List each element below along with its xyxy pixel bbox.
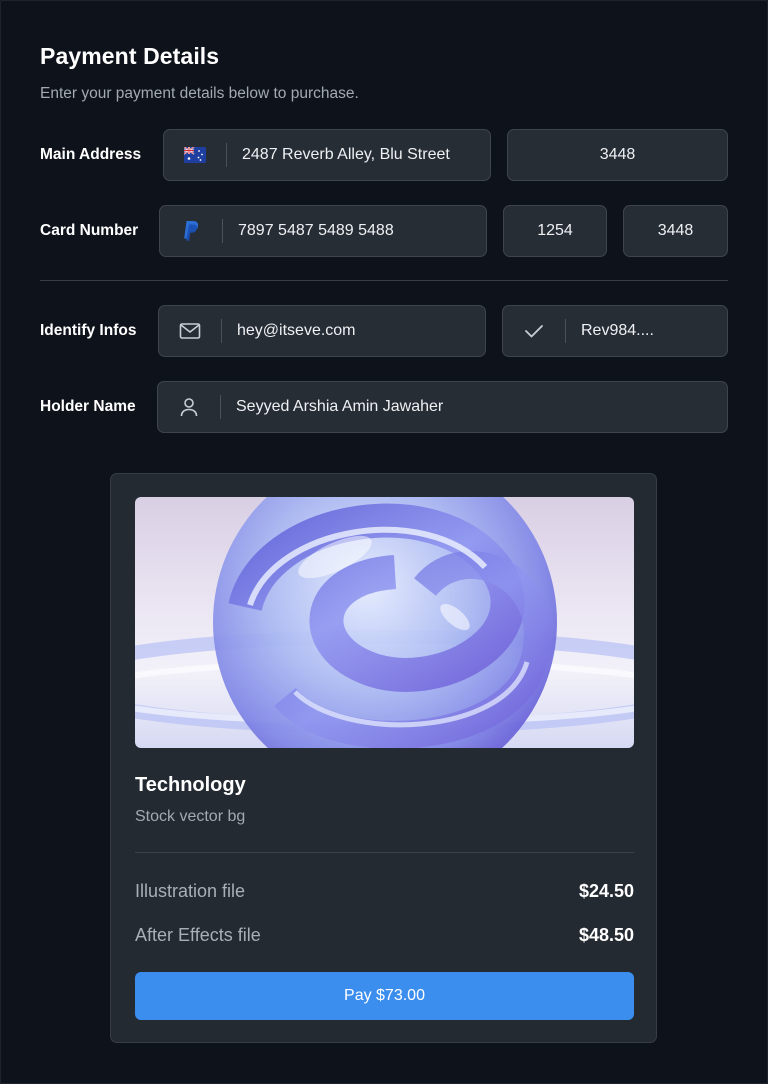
- form-divider: [40, 280, 728, 281]
- address-value: 2487 Reverb Alley, Blu Street: [242, 146, 450, 163]
- email-value: hey@itseve.com: [237, 322, 356, 339]
- page-subtitle: Enter your payment details below to purc…: [40, 85, 359, 102]
- line-item-price: $48.50: [578, 925, 634, 945]
- check-icon: [503, 306, 565, 356]
- card-field-2-value: 1254: [537, 222, 573, 239]
- email-field[interactable]: hey@itseve.com: [158, 305, 486, 357]
- product-subtitle: Stock vector bg: [135, 808, 246, 825]
- address-field[interactable]: 2487 Reverb Alley, Blu Street: [163, 129, 491, 181]
- australia-flag-icon: [164, 130, 226, 180]
- line-item-name: After Effects file: [135, 925, 261, 945]
- line-item-price: $24.50: [578, 881, 634, 901]
- page-title: Payment Details: [40, 43, 220, 69]
- reference-value: Rev984....: [581, 322, 654, 339]
- line-item: After Effects file $48.50: [135, 925, 634, 946]
- holder-name-field[interactable]: Seyyed Arshia Amin Jawaher: [157, 381, 728, 433]
- product-card: Technology Stock vector bg Illustration …: [110, 473, 657, 1043]
- product-title: Technology: [135, 774, 246, 796]
- card-field-3[interactable]: 3448: [623, 205, 728, 257]
- line-item: Illustration file $24.50: [135, 881, 634, 902]
- card-field-3-value: 3448: [657, 222, 694, 239]
- card-number-label: Card Number: [40, 222, 139, 239]
- pay-button[interactable]: Pay $73.00: [135, 972, 634, 1020]
- mail-icon: [159, 306, 221, 356]
- main-address-label: Main Address: [40, 146, 142, 163]
- card-divider: [135, 852, 634, 853]
- address-code-value: 3448: [599, 146, 636, 163]
- holder-name-value: Seyyed Arshia Amin Jawaher: [236, 398, 444, 415]
- address-code-field[interactable]: 3448: [507, 129, 728, 181]
- product-image: [135, 497, 634, 748]
- reference-field[interactable]: Rev984....: [502, 305, 728, 357]
- user-icon: [158, 382, 220, 432]
- card-field-2[interactable]: 1254: [503, 205, 607, 257]
- card-number-field[interactable]: 7897 5487 5489 5488: [159, 205, 487, 257]
- identify-infos-label: Identify Infos: [40, 322, 137, 339]
- paypal-icon: [160, 206, 222, 256]
- line-item-name: Illustration file: [135, 881, 246, 901]
- holder-name-label: Holder Name: [40, 398, 136, 415]
- card-number-value: 7897 5487 5489 5488: [238, 222, 394, 239]
